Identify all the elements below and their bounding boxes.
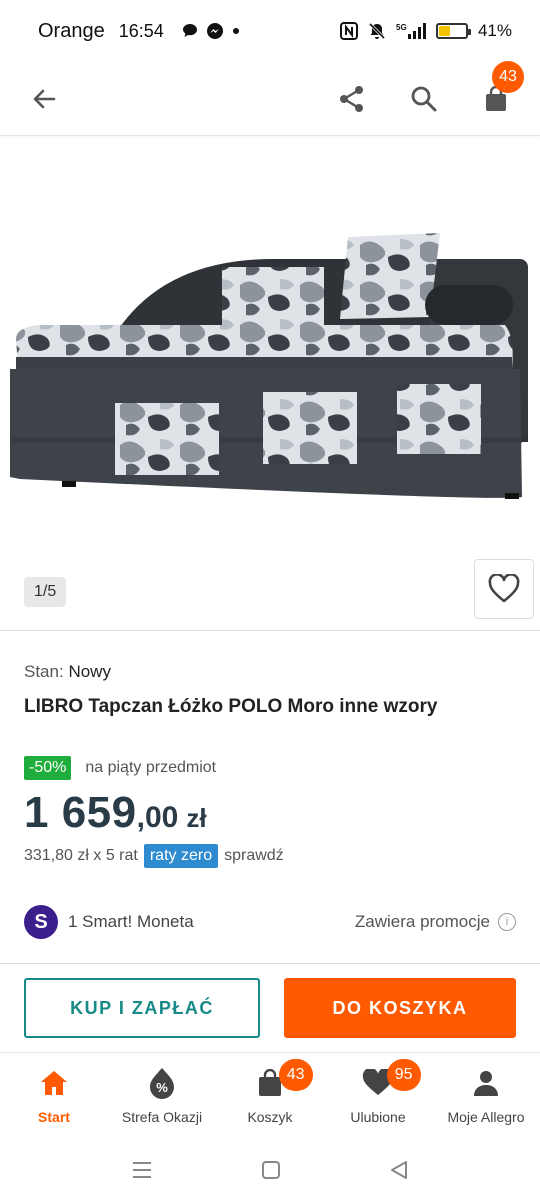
svg-text:%: % [156,1080,168,1095]
buy-now-button[interactable]: KUP I ZAPŁAĆ [24,978,260,1038]
nav-item-favorites[interactable]: 95 Ulubione [324,1053,432,1136]
price-decimals: ,00 [136,801,179,834]
cart-button[interactable]: 43 [478,60,524,117]
price-main: 1 659 [24,788,137,837]
condition-value: Nowy [68,662,111,681]
heart-outline-icon [488,574,520,603]
condition-row: Stan: Nowy [24,662,516,682]
product-title: LIBRO Tapczan Łóżko POLO Moro inne wzory [24,696,438,717]
nav-item-deals-zone[interactable]: % Strefa Okazji [108,1053,216,1136]
nav-label-cart: Koszyk [247,1109,293,1125]
nav-item-my-allegro[interactable]: Moje Allegro [432,1053,540,1136]
mute-bell-icon [368,22,386,40]
carrier-name: Orange [38,19,105,42]
sofa-bed-image [10,233,528,499]
product-gallery[interactable]: 1/5 [0,137,540,629]
favorites-badge: 95 [386,1059,421,1091]
price: 1 659 ,00 zł [24,788,516,838]
recent-apps-icon[interactable] [131,1160,153,1180]
installments-row: 331,80 zł x 5 rat raty zero sprawdź [24,844,516,868]
messenger-icon [206,23,223,39]
back-triangle-icon[interactable] [389,1160,409,1180]
signal-5g-icon: 5G [396,23,426,39]
top-app-bar: 43 [0,60,540,136]
cart-badge: 43 [278,1059,313,1091]
divider [0,630,540,631]
condition-label: Stan: [24,662,64,681]
divider [0,963,540,964]
smart-logo-icon: S [24,905,58,939]
price-currency: zł [186,803,207,833]
check-installments-link[interactable]: sprawdź [224,847,284,865]
battery-level [438,26,450,36]
image-counter: 1/5 [24,577,67,607]
contains-promotions-label: Zawiera promocje [354,912,490,931]
search-button[interactable] [406,81,442,117]
clock: 16:54 [118,20,164,41]
info-icon: i [498,913,516,931]
battery-icon [435,23,471,39]
nav-label-deals: Strefa Okazji [121,1109,203,1125]
nav-label-favorites: Ulubione [350,1109,406,1125]
share-icon [340,85,363,112]
raty-zero-tag: raty zero [143,844,219,868]
status-bar: Orange 16:54 5G 41% [0,0,540,62]
contains-promotions-link[interactable]: Zawiera promocje i [355,912,516,932]
promo-row: -50% na piąty przedmiot [24,756,516,780]
nav-item-cart[interactable]: 43 Koszyk [216,1053,324,1136]
purchase-actions: KUP I ZAPŁAĆ DO KOSZYKA [24,978,516,1038]
smart-coins-text: 1 Smart! Moneta [68,912,194,931]
dot-icon [232,28,239,34]
share-button[interactable] [334,81,370,117]
svg-text:5G: 5G [396,23,407,32]
search-icon [411,86,437,111]
home-icon [41,1071,67,1095]
nav-label-start: Start [38,1109,70,1125]
discount-text: na piąty przedmiot [85,759,217,776]
nav-item-start[interactable]: Start [0,1053,108,1136]
chat-bubble-icon [182,24,197,37]
nfc-icon [339,22,358,40]
system-navigation-bar [0,1140,540,1200]
add-to-cart-button[interactable]: DO KOSZYKA [284,978,516,1038]
cart-count-badge: 43 [492,60,524,93]
installment-text: 331,80 zł x 5 rat [24,847,138,864]
home-square-icon[interactable] [261,1160,281,1180]
discount-tag: -50% [24,756,72,780]
add-to-favorites-button[interactable] [474,559,534,619]
smart-coins-row: S 1 Smart! Moneta Zawiera promocje i [24,905,516,939]
person-icon [474,1071,498,1096]
back-button[interactable] [26,81,62,117]
battery-percent: 41% [477,21,512,40]
bottom-navigation: Start % Strefa Okazji 43 Koszyk 95 Ulubi… [0,1052,540,1136]
product-details: Stan: Nowy LIBRO Tapczan Łóżko POLO Moro… [24,662,516,868]
arrow-back-icon [33,89,56,108]
nav-label-my-allegro: Moje Allegro [447,1109,525,1125]
percent-tag-icon: % [150,1068,174,1099]
